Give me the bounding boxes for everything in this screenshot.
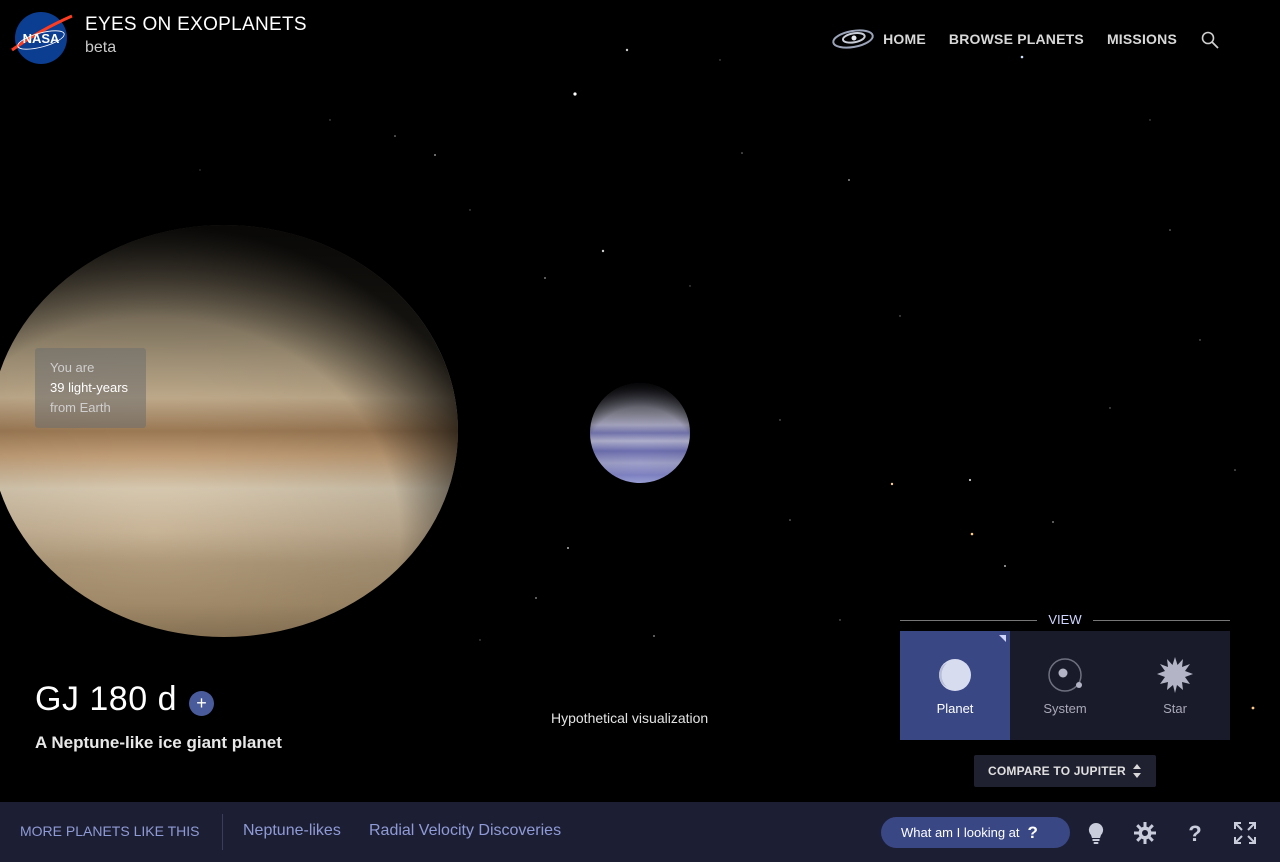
link-radial-velocity[interactable]: Radial Velocity Discoveries (369, 822, 561, 840)
more-planets-label: MORE PLANETS LIKE THIS (20, 823, 200, 839)
planet-info-button[interactable]: + (188, 691, 214, 716)
nav-browse-planets[interactable]: BROWSE PLANETS (949, 31, 1084, 47)
app-title: EYES ON EXOPLANETS (85, 14, 307, 35)
view-option-star-label: Star (1163, 701, 1187, 716)
svg-text:?: ? (1188, 821, 1201, 845)
planet-header: GJ 180 d + (35, 680, 214, 719)
active-indicator (999, 635, 1006, 642)
view-selector: Planet System Star (900, 631, 1230, 740)
view-label: VIEW (900, 611, 1230, 629)
distance-panel: You are 39 light-years from Earth (35, 348, 146, 428)
system-icon (1048, 658, 1082, 692)
distance-prefix: You are (50, 360, 95, 375)
bottom-bar: MORE PLANETS LIKE THIS Neptune-likes Rad… (0, 802, 1280, 862)
star-icon (1157, 657, 1193, 693)
question-icon: ? (1027, 822, 1038, 842)
distance-suffix: from Earth (50, 400, 111, 415)
visualization-note: Hypothetical visualization (551, 710, 709, 726)
bottom-divider (222, 814, 223, 850)
nasa-logo[interactable]: NASA (10, 10, 74, 66)
nasa-logo-text: NASA (23, 31, 60, 46)
what-am-i-looking-at-button[interactable]: What am I looking at ? (881, 817, 1070, 848)
view-option-star[interactable]: Star (1120, 631, 1230, 740)
planet-description: A Neptune-like ice giant planet (35, 733, 282, 752)
link-neptune-likes[interactable]: Neptune-likes (243, 822, 341, 840)
galaxy-icon[interactable] (831, 26, 875, 52)
compare-to-jupiter-select[interactable]: COMPARE TO JUPITER (974, 755, 1156, 787)
distance-value: 39 light-years (50, 380, 129, 395)
help-icon[interactable]: ? (1183, 821, 1207, 845)
view-option-system-label: System (1043, 701, 1087, 716)
view-option-planet-label: Planet (936, 701, 974, 716)
search-icon[interactable] (1200, 30, 1220, 50)
fullscreen-icon[interactable] (1233, 821, 1257, 845)
what-label: What am I looking at (901, 825, 1020, 840)
lightbulb-icon[interactable] (1084, 821, 1108, 845)
jupiter-comparison-planet (0, 225, 458, 637)
view-option-system[interactable]: System (1010, 631, 1120, 740)
nav-missions[interactable]: MISSIONS (1107, 31, 1177, 47)
exoplanet-viewer: NASA EYES ON EXOPLANETS beta HOME BROWSE… (0, 0, 1280, 862)
planet-name: GJ 180 d (35, 680, 177, 718)
gear-icon[interactable] (1133, 821, 1157, 845)
app-subtitle: beta (85, 39, 117, 56)
view-option-planet[interactable]: Planet (900, 631, 1010, 740)
nav-home[interactable]: HOME (883, 31, 926, 47)
exoplanet-visualization (590, 383, 690, 483)
compare-label: COMPARE TO JUPITER (988, 764, 1126, 778)
top-nav: HOME BROWSE PLANETS MISSIONS (831, 26, 1220, 52)
sort-arrows-icon (1132, 764, 1141, 778)
brand: EYES ON EXOPLANETS beta (85, 14, 307, 57)
planet-icon (939, 659, 971, 691)
